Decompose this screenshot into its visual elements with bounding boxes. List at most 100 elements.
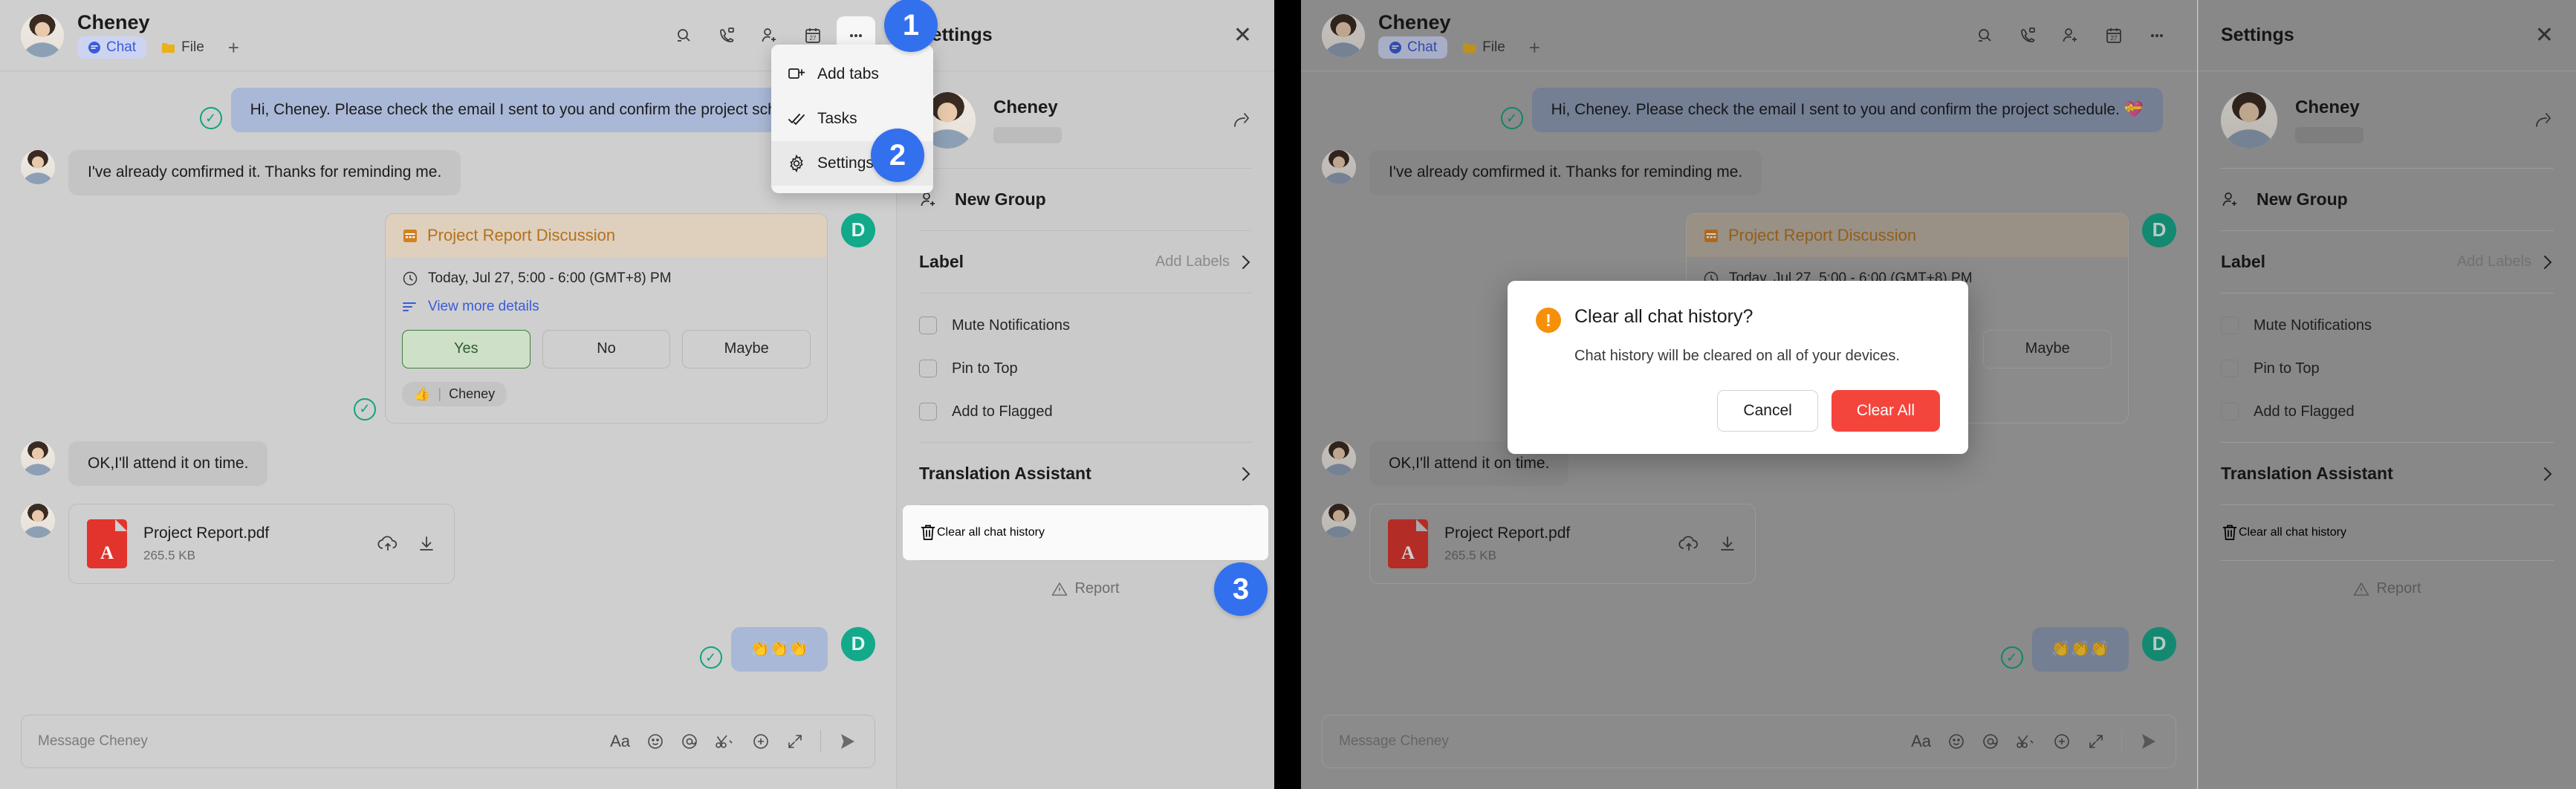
file-attachment-card[interactable]: A Project Report.pdf 265.5 KB <box>68 503 455 584</box>
profile-row: Cheney <box>2221 71 2554 168</box>
tab-file[interactable]: File <box>1452 36 1516 59</box>
settings-body: Cheney New Group Label Add Labels Mute N… <box>2199 71 2576 789</box>
rsvp-maybe-button[interactable]: Maybe <box>1983 329 2112 368</box>
rsvp-yes-button[interactable]: Yes <box>402 329 531 368</box>
mention-icon[interactable] <box>681 733 698 750</box>
report-button[interactable]: Report <box>919 561 1252 617</box>
checkbox-label: Mute Notifications <box>952 316 1070 334</box>
rsvp-no-button[interactable]: No <box>542 329 671 368</box>
report-label: Report <box>1074 580 1120 597</box>
expand-icon[interactable] <box>2087 733 2105 750</box>
cancel-button[interactable]: Cancel <box>1717 390 1818 432</box>
add-labels-action[interactable]: Add Labels <box>2457 253 2531 270</box>
download-icon[interactable] <box>417 534 436 553</box>
checkbox-icon <box>2221 316 2239 334</box>
add-attachment-icon[interactable] <box>2053 733 2071 750</box>
checkbox-pin-to-top[interactable]: Pin to Top <box>919 347 1252 390</box>
reaction-separator: | <box>438 386 442 401</box>
composer-box[interactable]: Message Cheney Aa <box>21 715 875 768</box>
tasks-icon <box>788 111 805 127</box>
format-text-icon[interactable]: Aa <box>610 732 630 751</box>
message-row-outgoing: ✓ 👏👏👏 D <box>21 626 875 672</box>
checkbox-icon <box>919 360 937 377</box>
composer-box[interactable]: Message Cheney Aa <box>1322 715 2176 768</box>
close-icon[interactable]: ✕ <box>2535 24 2554 47</box>
divider <box>820 730 821 753</box>
add-tab-button[interactable]: + <box>1520 38 1549 57</box>
search-icon[interactable] <box>664 16 703 55</box>
close-icon[interactable]: ✕ <box>1233 24 1252 47</box>
checkbox-add-to-flagged[interactable]: Add to Flagged <box>919 390 1252 433</box>
message-bubble: I've already comfirmed it. Thanks for re… <box>68 150 461 195</box>
meeting-card-row: ✓ Project Report Discussion <box>21 212 875 423</box>
file-attachment-card[interactable]: A Project Report.pdf 265.5 KB <box>1369 503 1756 584</box>
download-icon[interactable] <box>1718 534 1737 553</box>
checkbox-add-to-flagged[interactable]: Add to Flagged <box>2221 390 2554 433</box>
view-more-details-link[interactable]: View more details <box>402 299 811 315</box>
report-button[interactable]: Report <box>2221 561 2554 617</box>
checkbox-mute-notifications[interactable]: Mute Notifications <box>2221 304 2554 347</box>
save-to-cloud-icon[interactable] <box>377 534 399 553</box>
settings-item-translation-assistant[interactable]: Translation Assistant <box>2221 443 2554 504</box>
save-to-cloud-icon[interactable] <box>1678 534 1700 553</box>
send-icon[interactable] <box>2138 732 2159 751</box>
add-tab-button[interactable]: + <box>219 38 248 57</box>
share-icon[interactable] <box>2533 110 2554 131</box>
settings-item-new-group[interactable]: New Group <box>2221 169 2554 230</box>
add-attachment-icon[interactable] <box>752 733 770 750</box>
file-actions <box>377 534 436 553</box>
settings-item-label: Label <box>2221 252 2266 271</box>
settings-item-label[interactable]: Label Add Labels <box>2221 231 2554 293</box>
checkbox-mute-notifications[interactable]: Mute Notifications <box>919 304 1252 347</box>
more-options-icon[interactable] <box>2138 16 2176 55</box>
video-call-icon[interactable] <box>2008 16 2047 55</box>
add-person-icon[interactable] <box>2051 16 2090 55</box>
menu-item-label: Settings <box>817 155 874 172</box>
warning-icon <box>1051 582 1068 597</box>
mention-icon[interactable] <box>1982 733 1999 750</box>
meeting-card[interactable]: Project Report Discussion Today, Jul 27,… <box>385 212 828 423</box>
avatar: D <box>2142 626 2176 661</box>
calendar-icon <box>1703 227 1719 244</box>
add-labels-action[interactable]: Add Labels <box>1155 253 1230 270</box>
emoji-icon[interactable] <box>1947 733 1965 750</box>
send-icon[interactable] <box>837 732 858 751</box>
tab-chat[interactable]: Chat <box>1378 36 1448 59</box>
video-call-icon[interactable] <box>707 16 746 55</box>
menu-item-add-tabs[interactable]: Add tabs <box>771 52 933 97</box>
contact-avatar <box>1322 13 1365 57</box>
settings-item-label[interactable]: Label Add Labels <box>919 231 1252 293</box>
delivered-check-icon: ✓ <box>354 397 376 421</box>
rsvp-maybe-button[interactable]: Maybe <box>682 329 811 368</box>
svg-text:27: 27 <box>810 35 817 42</box>
search-icon[interactable] <box>1965 16 2004 55</box>
emoji-icon[interactable] <box>646 733 664 750</box>
delivered-check-icon: ✓ <box>699 646 722 669</box>
scissors-icon[interactable] <box>715 733 736 750</box>
settings-header: Settings ✕ <box>897 0 1274 71</box>
profile-id-placeholder <box>993 127 1062 143</box>
settings-item-new-group[interactable]: New Group <box>919 169 1252 230</box>
thumbs-up-icon: 👍 <box>414 386 431 401</box>
chevron-right-icon <box>2542 253 2554 271</box>
details-icon <box>402 301 418 313</box>
format-text-icon[interactable]: Aa <box>1911 732 1931 751</box>
tab-file[interactable]: File <box>151 36 215 59</box>
reaction-chip[interactable]: 👍 | Cheney <box>402 381 507 406</box>
message-input[interactable]: Message Cheney <box>38 733 148 750</box>
share-icon[interactable] <box>1231 110 1252 131</box>
settings-item-translation-assistant[interactable]: Translation Assistant <box>919 443 1252 504</box>
message-input[interactable]: Message Cheney <box>1339 733 1449 750</box>
reaction-user-name: Cheney <box>449 386 496 401</box>
scissors-icon[interactable] <box>2016 733 2037 750</box>
dialog-title: Clear all chat history? <box>1574 306 1753 327</box>
expand-icon[interactable] <box>786 733 804 750</box>
settings-item-clear-all-chat-history[interactable]: Clear all chat history <box>2221 505 2570 560</box>
checkbox-pin-to-top[interactable]: Pin to Top <box>2221 347 2554 390</box>
calendar-icon[interactable]: 27 <box>2095 16 2133 55</box>
tab-chat[interactable]: Chat <box>77 36 147 59</box>
checkbox-label: Pin to Top <box>952 360 1018 377</box>
settings-item-label: New Group <box>955 189 1046 209</box>
settings-item-clear-all-chat-history[interactable]: Clear all chat history <box>903 505 1268 560</box>
clear-all-button[interactable]: Clear All <box>1831 390 1940 432</box>
